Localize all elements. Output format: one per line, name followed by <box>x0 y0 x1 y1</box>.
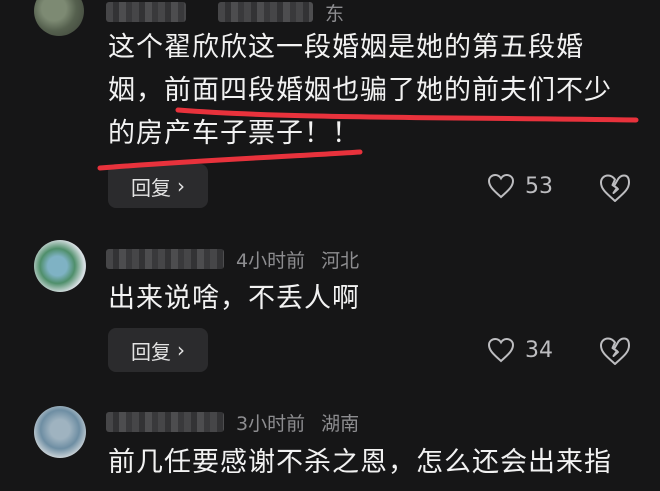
username-blurred[interactable] <box>106 412 224 432</box>
comment-meta: 东 <box>106 0 344 26</box>
avatar[interactable] <box>34 240 86 292</box>
reply-button[interactable]: 回复 › <box>108 164 208 208</box>
reply-label: 回复 <box>131 339 171 364</box>
location-label: 河北 <box>321 249 360 272</box>
comment-line: 这个翟欣欣这一段婚姻是她的第五段婚 <box>108 32 584 63</box>
heart-outline-icon <box>487 173 515 199</box>
time-label: 4小时前 <box>236 249 306 272</box>
username-blurred[interactable] <box>106 2 186 22</box>
like-count: 53 <box>525 173 553 199</box>
comment-meta: 4小时前 河北 <box>106 245 359 273</box>
chevron-right-icon: › <box>177 338 185 362</box>
time-blurred <box>218 2 313 22</box>
location-label: 湖南 <box>321 412 360 435</box>
time-label: 3小时前 <box>236 412 306 435</box>
location-fragment: 东 <box>325 2 345 25</box>
comment-line: 前几任要感谢不杀之恩，怎么还会出来指 <box>108 447 612 478</box>
broken-heart-icon[interactable] <box>598 334 632 368</box>
comment-line: 的房产车子票子！！ <box>108 118 360 149</box>
reply-label: 回复 <box>131 175 171 200</box>
comment-line: 姻，前面四段婚姻也骗了她的前夫们不少 <box>108 75 612 106</box>
like-count: 34 <box>525 337 553 363</box>
comment-text: 出来说啥，不丢人啊 <box>108 277 638 320</box>
comment-line: 出来说啥，不丢人啊 <box>108 283 360 314</box>
like-button[interactable]: 53 <box>487 166 553 206</box>
username-blurred[interactable] <box>106 249 224 269</box>
avatar[interactable] <box>34 0 84 36</box>
like-button[interactable]: 34 <box>487 330 553 370</box>
chevron-right-icon: › <box>177 174 185 198</box>
broken-heart-icon[interactable] <box>598 171 632 205</box>
comment-text: 前几任要感谢不杀之恩，怎么还会出来指 <box>108 441 638 484</box>
comment-meta: 3小时前 湖南 <box>106 408 359 436</box>
reply-button[interactable]: 回复 › <box>108 328 208 372</box>
heart-outline-icon <box>487 337 515 363</box>
avatar[interactable] <box>34 406 86 458</box>
comment-text: 这个翟欣欣这一段婚姻是她的第五段婚 姻，前面四段婚姻也骗了她的前夫们不少 的房产… <box>108 26 638 155</box>
